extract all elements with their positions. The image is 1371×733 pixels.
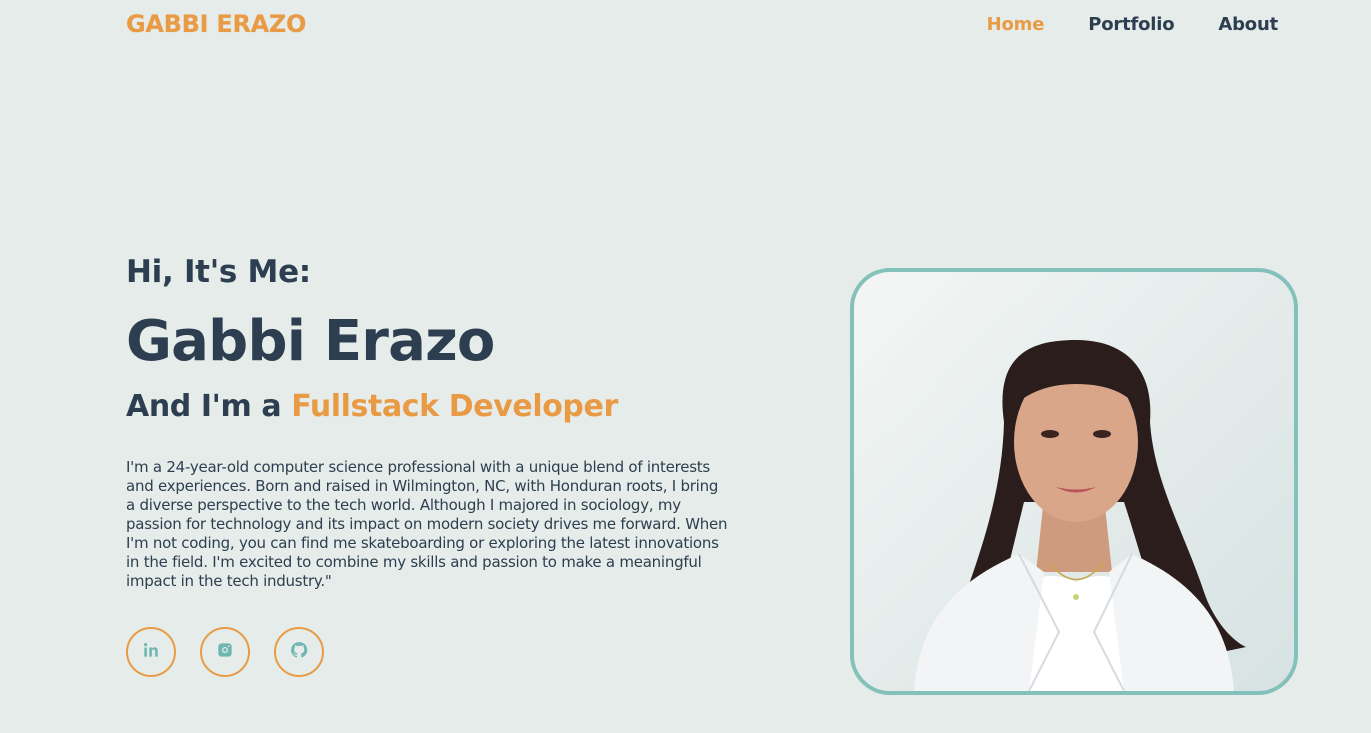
hero-name: Gabbi Erazo	[126, 309, 495, 374]
github-icon	[289, 640, 309, 664]
profile-photo	[850, 268, 1298, 695]
instagram-button[interactable]	[200, 627, 250, 677]
role-prefix: And I'm a	[126, 389, 292, 424]
linkedin-button[interactable]	[126, 627, 176, 677]
portrait-illustration	[914, 340, 1246, 691]
brand-logo[interactable]: GABBI ERAZO	[126, 10, 306, 38]
nav-home-link[interactable]: Home	[987, 14, 1045, 35]
main-nav: Home Portfolio About	[987, 14, 1279, 35]
linkedin-icon	[141, 640, 161, 664]
role-highlight: Fullstack Developer	[291, 389, 618, 424]
instagram-icon	[215, 640, 235, 664]
nav-portfolio-link[interactable]: Portfolio	[1088, 14, 1174, 35]
hero-greeting: Hi, It's Me:	[126, 254, 311, 290]
hero-role: And I'm a Fullstack Developer	[126, 389, 618, 424]
page: GABBI ERAZO Home Portfolio About Hi, It'…	[0, 0, 1371, 733]
github-button[interactable]	[274, 627, 324, 677]
hero-bio: I'm a 24-year-old computer science profe…	[126, 458, 728, 590]
nav-about-link[interactable]: About	[1218, 14, 1278, 35]
social-links	[126, 627, 324, 677]
